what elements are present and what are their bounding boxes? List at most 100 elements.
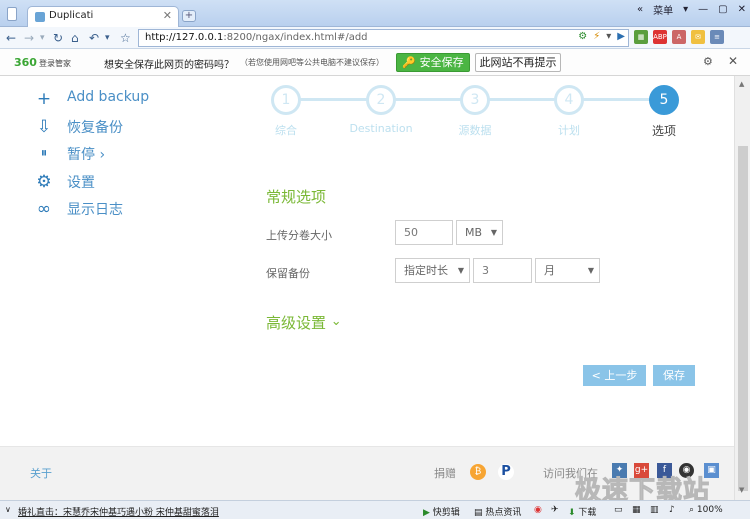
- speaker-icon[interactable]: ♪: [669, 505, 675, 515]
- previous-step-button[interactable]: < 上一步: [583, 365, 646, 386]
- play-icon: ▶: [423, 508, 433, 518]
- volume-unit-value: MB: [465, 226, 483, 239]
- screen-icon[interactable]: ▭: [614, 505, 623, 515]
- volume-size-input[interactable]: 50: [395, 220, 453, 245]
- double-chevron-icon[interactable]: «: [637, 4, 643, 15]
- forward-icon[interactable]: →: [24, 30, 34, 46]
- tab-close-icon[interactable]: ✕: [163, 9, 172, 22]
- undo-icon[interactable]: ↶: [89, 30, 99, 46]
- url-icons: ⚙ ⚡ ▾ ▶: [578, 31, 625, 42]
- home-icon[interactable]: ⌂: [71, 30, 79, 46]
- window-controls: « 菜单 ▾ — ▢ ✕: [637, 2, 746, 17]
- forward-dropdown-icon[interactable]: ▾: [40, 30, 45, 46]
- url-dropdown-icon[interactable]: ▾: [606, 31, 611, 42]
- gear-icon: ⚙: [36, 171, 52, 192]
- news-ticker-link[interactable]: 婚礼直击：宋慧乔宋仲基巧遇小粉 宋仲基甜蜜落泪: [18, 505, 219, 518]
- url-path: :8200/ngax/index.html#/add: [223, 32, 368, 43]
- mail-icon[interactable]: ✉: [691, 30, 705, 44]
- paypal-icon[interactable]: P: [498, 464, 514, 480]
- logo-text: 360: [14, 56, 37, 69]
- never-prompt-button[interactable]: 此网站不再提示: [475, 53, 561, 72]
- zoom-item[interactable]: ⌕ 100%: [689, 505, 723, 515]
- step-3[interactable]: 3: [460, 85, 490, 115]
- pause-icon: ⏸: [40, 146, 48, 161]
- sidebar-item-label: Add backup: [67, 89, 150, 105]
- step-label-schedule[interactable]: 计划: [558, 122, 580, 138]
- keep-duration-input[interactable]: 3: [473, 258, 532, 283]
- scroll-up-icon[interactable]: ▲: [739, 80, 744, 88]
- record-icon[interactable]: ◉: [534, 505, 542, 515]
- folder-icon[interactable]: ▦: [632, 505, 641, 515]
- step-4[interactable]: 4: [554, 85, 584, 115]
- hot-news-item[interactable]: ▤ 热点资讯: [474, 505, 521, 518]
- browser-app-icon: [7, 7, 17, 21]
- browser-tab[interactable]: Duplicati ✕: [27, 6, 179, 27]
- keep-unit-select[interactable]: 月 ▼: [535, 258, 600, 283]
- step-1[interactable]: 1: [271, 85, 301, 115]
- key-icon: 🔑: [402, 56, 420, 69]
- navigation-bar: ← → ▾ ↻ ⌂ ↶ ▾ ☆ http://127.0.0.1:8200/ng…: [0, 27, 750, 49]
- chevron-down-icon: ⌄: [330, 314, 342, 329]
- url-text[interactable]: http://127.0.0.1:8200/ngax/index.html#/a…: [145, 32, 368, 43]
- adblock-icon[interactable]: ABP: [653, 30, 667, 44]
- refresh-icon[interactable]: ↻: [53, 30, 63, 46]
- apps-grid-icon[interactable]: ▦: [634, 30, 648, 44]
- scroll-thumb[interactable]: [738, 146, 748, 491]
- about-link[interactable]: 关于: [30, 465, 52, 481]
- step-label-general[interactable]: 综合: [275, 122, 297, 138]
- security-shield-icon[interactable]: ⚙: [578, 31, 587, 42]
- browser-titlebar: Duplicati ✕ + « 菜单 ▾ — ▢ ✕: [0, 0, 750, 27]
- pin-icon[interactable]: ✈: [551, 505, 559, 515]
- news-icon: ▤: [474, 508, 486, 518]
- password-bar-close-icon[interactable]: ✕: [728, 54, 738, 68]
- download-item[interactable]: ⬇ 下载: [568, 505, 596, 518]
- step-2[interactable]: 2: [366, 85, 396, 115]
- save-button[interactable]: 保存: [653, 365, 695, 386]
- step-label-source[interactable]: 源数据: [459, 122, 492, 138]
- password-question: 想安全保存此网页的密码吗？: [104, 60, 234, 71]
- vertical-scrollbar[interactable]: ▲ ▼: [734, 76, 750, 500]
- lightning-icon[interactable]: ⚡: [593, 31, 600, 42]
- url-host: http://127.0.0.1: [145, 32, 224, 43]
- bitcoin-icon[interactable]: ₿: [470, 464, 486, 480]
- zoom-level: 100%: [696, 505, 723, 515]
- scroll-down-icon[interactable]: ▼: [739, 486, 744, 494]
- volume-unit-select[interactable]: MB ▼: [456, 220, 503, 245]
- step-label-destination[interactable]: Destination: [349, 122, 412, 135]
- quick-clip-label: 快剪辑: [432, 508, 460, 518]
- translate-icon[interactable]: A: [672, 30, 686, 44]
- general-options-title: 常规选项: [266, 188, 327, 206]
- trash-icon[interactable]: ▥: [650, 505, 659, 515]
- chevron-down-icon: ▼: [457, 266, 464, 275]
- maximize-icon[interactable]: ▢: [718, 4, 727, 15]
- window-close-icon[interactable]: ✕: [738, 4, 746, 15]
- step-5[interactable]: 5: [649, 85, 679, 115]
- quick-clip-item[interactable]: ▶ 快剪辑: [423, 505, 460, 518]
- window-menu-button[interactable]: 菜单: [653, 2, 673, 17]
- shirt-skin-icon[interactable]: ▾: [683, 4, 688, 15]
- keep-mode-select[interactable]: 指定时长 ▼: [395, 258, 470, 283]
- password-save-bar: 360 登录管家 想安全保存此网页的密码吗？ （若您使用网吧等公共电脑不建议保存）…: [0, 49, 750, 76]
- secure-save-button[interactable]: 🔑 安全保存: [396, 53, 470, 72]
- expand-chevron-icon[interactable]: ∨: [5, 505, 11, 514]
- star-icon[interactable]: ☆: [120, 30, 131, 46]
- menu-lines-icon[interactable]: ≡: [710, 30, 724, 44]
- advanced-options-toggle[interactable]: 高级设置 ⌄: [266, 312, 342, 333]
- password-settings-gear-icon[interactable]: ⚙: [703, 55, 713, 68]
- address-bar[interactable]: http://127.0.0.1:8200/ngax/index.html#/a…: [138, 29, 629, 47]
- chevron-down-icon: ▼: [587, 266, 594, 275]
- new-tab-button[interactable]: +: [182, 10, 196, 22]
- step-label-options[interactable]: 选项: [652, 122, 676, 139]
- log-icon: ∞: [36, 199, 52, 219]
- logo-subtext: 登录管家: [38, 59, 71, 68]
- minimize-icon[interactable]: —: [698, 4, 708, 15]
- undo-dropdown-icon[interactable]: ▾: [105, 30, 110, 46]
- back-icon[interactable]: ←: [6, 30, 16, 46]
- keep-backups-label: 保留备份: [266, 267, 310, 280]
- go-arrow-icon[interactable]: ▶: [617, 31, 625, 42]
- sidebar-item-label: 设置: [67, 174, 95, 191]
- magnifier-icon: ⌕: [689, 505, 697, 515]
- secure-save-label: 安全保存: [419, 56, 464, 69]
- password-hint: （若您使用网吧等公共电脑不建议保存）: [240, 58, 384, 67]
- sidebar-item-label: 暂停 ›: [67, 147, 106, 163]
